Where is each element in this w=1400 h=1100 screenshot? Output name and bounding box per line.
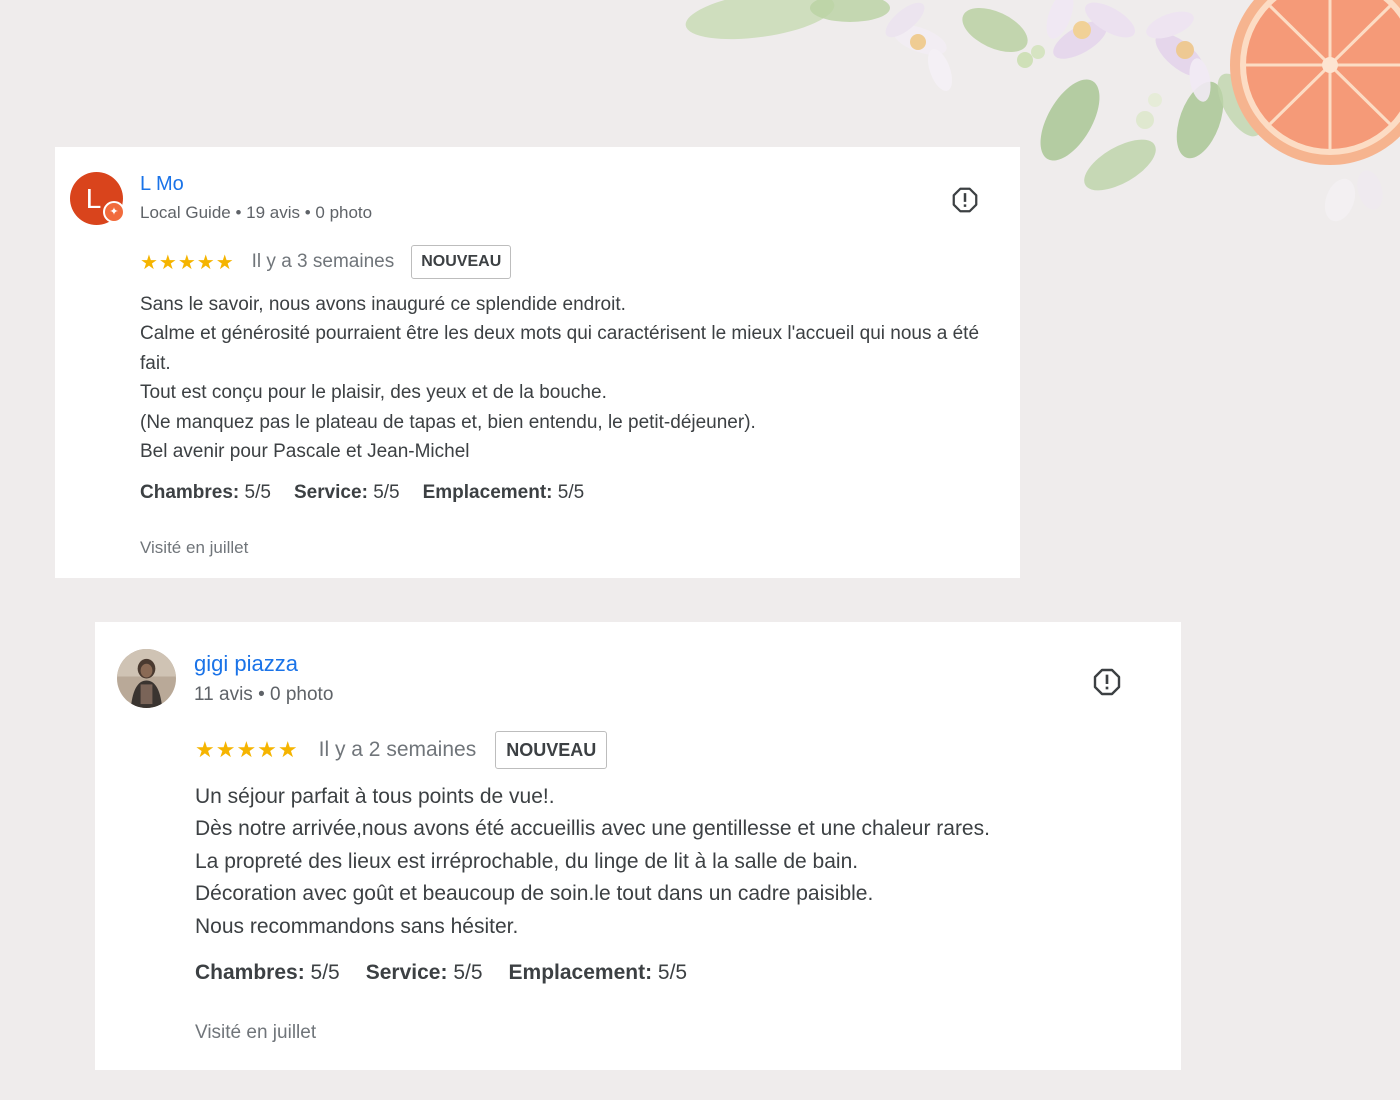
avatar[interactable] [117,649,176,708]
sub-rating-rooms: Chambres: 5/5 [195,961,340,985]
star-rating: ★★★★★ [195,737,299,762]
sub-rating-value: 5/5 [657,961,688,984]
review-card: gigi piazza 11 avis • 0 photo ★★★★★ Il y… [95,622,1181,1070]
review-date: Il y a 2 semaines [318,738,477,761]
review-text-line: Tout est conçu pour le plaisir, des yeux… [140,382,607,404]
sub-rating-value: 5/5 [557,482,585,503]
sub-ratings: Chambres: 5/5 Service: 5/5 Emplacement: … [195,961,687,985]
visit-date: Visité en juillet [195,1022,317,1043]
author-meta: Local Guide • 19 avis • 0 photo [140,203,373,222]
sub-rating-rooms: Chambres: 5/5 [140,482,271,504]
sub-rating-label: Service: [293,482,368,503]
review-text-line: Sans le savoir, nous avons inauguré ce s… [140,294,626,315]
sub-ratings: Chambres: 5/5 Service: 5/5 Emplacement: … [140,482,584,504]
review-text-line: (Ne manquez pas le plateau de tapas et, … [140,411,756,433]
review-text-line: Nous recommandons sans hésiter. [195,914,519,938]
sub-rating-location: Emplacement: 5/5 [423,482,585,504]
review-text-line: Un séjour parfait à tous points de vue!. [195,785,555,808]
rating-row: ★★★★★ Il y a 2 semaines NOUVEAU [195,731,608,769]
author-name[interactable]: gigi piazza [194,651,298,677]
new-badge: NOUVEAU [495,731,608,769]
author-name[interactable]: L Mo [140,173,184,196]
review-card: L ✦ L Mo Local Guide • 19 avis • 0 photo… [55,147,1020,578]
review-date: Il y a 3 semaines [251,251,395,272]
report-icon[interactable] [950,185,980,215]
report-icon[interactable] [1091,666,1123,698]
new-badge: NOUVEAU [411,245,512,279]
sub-rating-value: 5/5 [244,482,271,503]
sub-rating-value: 5/5 [310,961,340,984]
review-text-line: Dès notre arrivée,nous avons été accueil… [195,817,990,841]
avatar-photo [117,649,176,708]
sub-rating-location: Emplacement: 5/5 [509,961,688,985]
sub-rating-service: Service: 5/5 [366,961,483,985]
sub-rating-service: Service: 5/5 [294,482,400,504]
sub-rating-value: 5/5 [453,961,483,984]
sub-rating-label: Chambres: [195,961,305,984]
rating-row: ★★★★★ Il y a 3 semaines NOUVEAU [140,245,512,279]
review-text-line: La propreté des lieux est irréprochable,… [195,849,859,873]
visit-date: Visité en juillet [140,538,249,557]
sub-rating-label: Emplacement: [422,482,553,503]
author-meta: 11 avis • 0 photo [194,684,334,705]
review-text: Sans le savoir, nous avons inauguré ce s… [140,290,990,466]
review-text-line: Calme et générosité pourraient être les … [140,323,980,374]
avatar[interactable]: L ✦ [70,172,125,225]
sub-rating-value: 5/5 [373,482,400,503]
local-guide-badge-icon: ✦ [103,201,125,223]
sub-rating-label: Service: [365,961,448,984]
star-rating: ★★★★★ [140,251,235,274]
review-text-line: Bel avenir pour Pascale et Jean-Michel [140,441,470,463]
review-text-line: Décoration avec goût et beaucoup de soin… [195,882,874,906]
review-text: Un séjour parfait à tous points de vue!.… [195,781,990,943]
sub-rating-label: Emplacement: [508,961,653,984]
sub-rating-label: Chambres: [140,482,240,503]
